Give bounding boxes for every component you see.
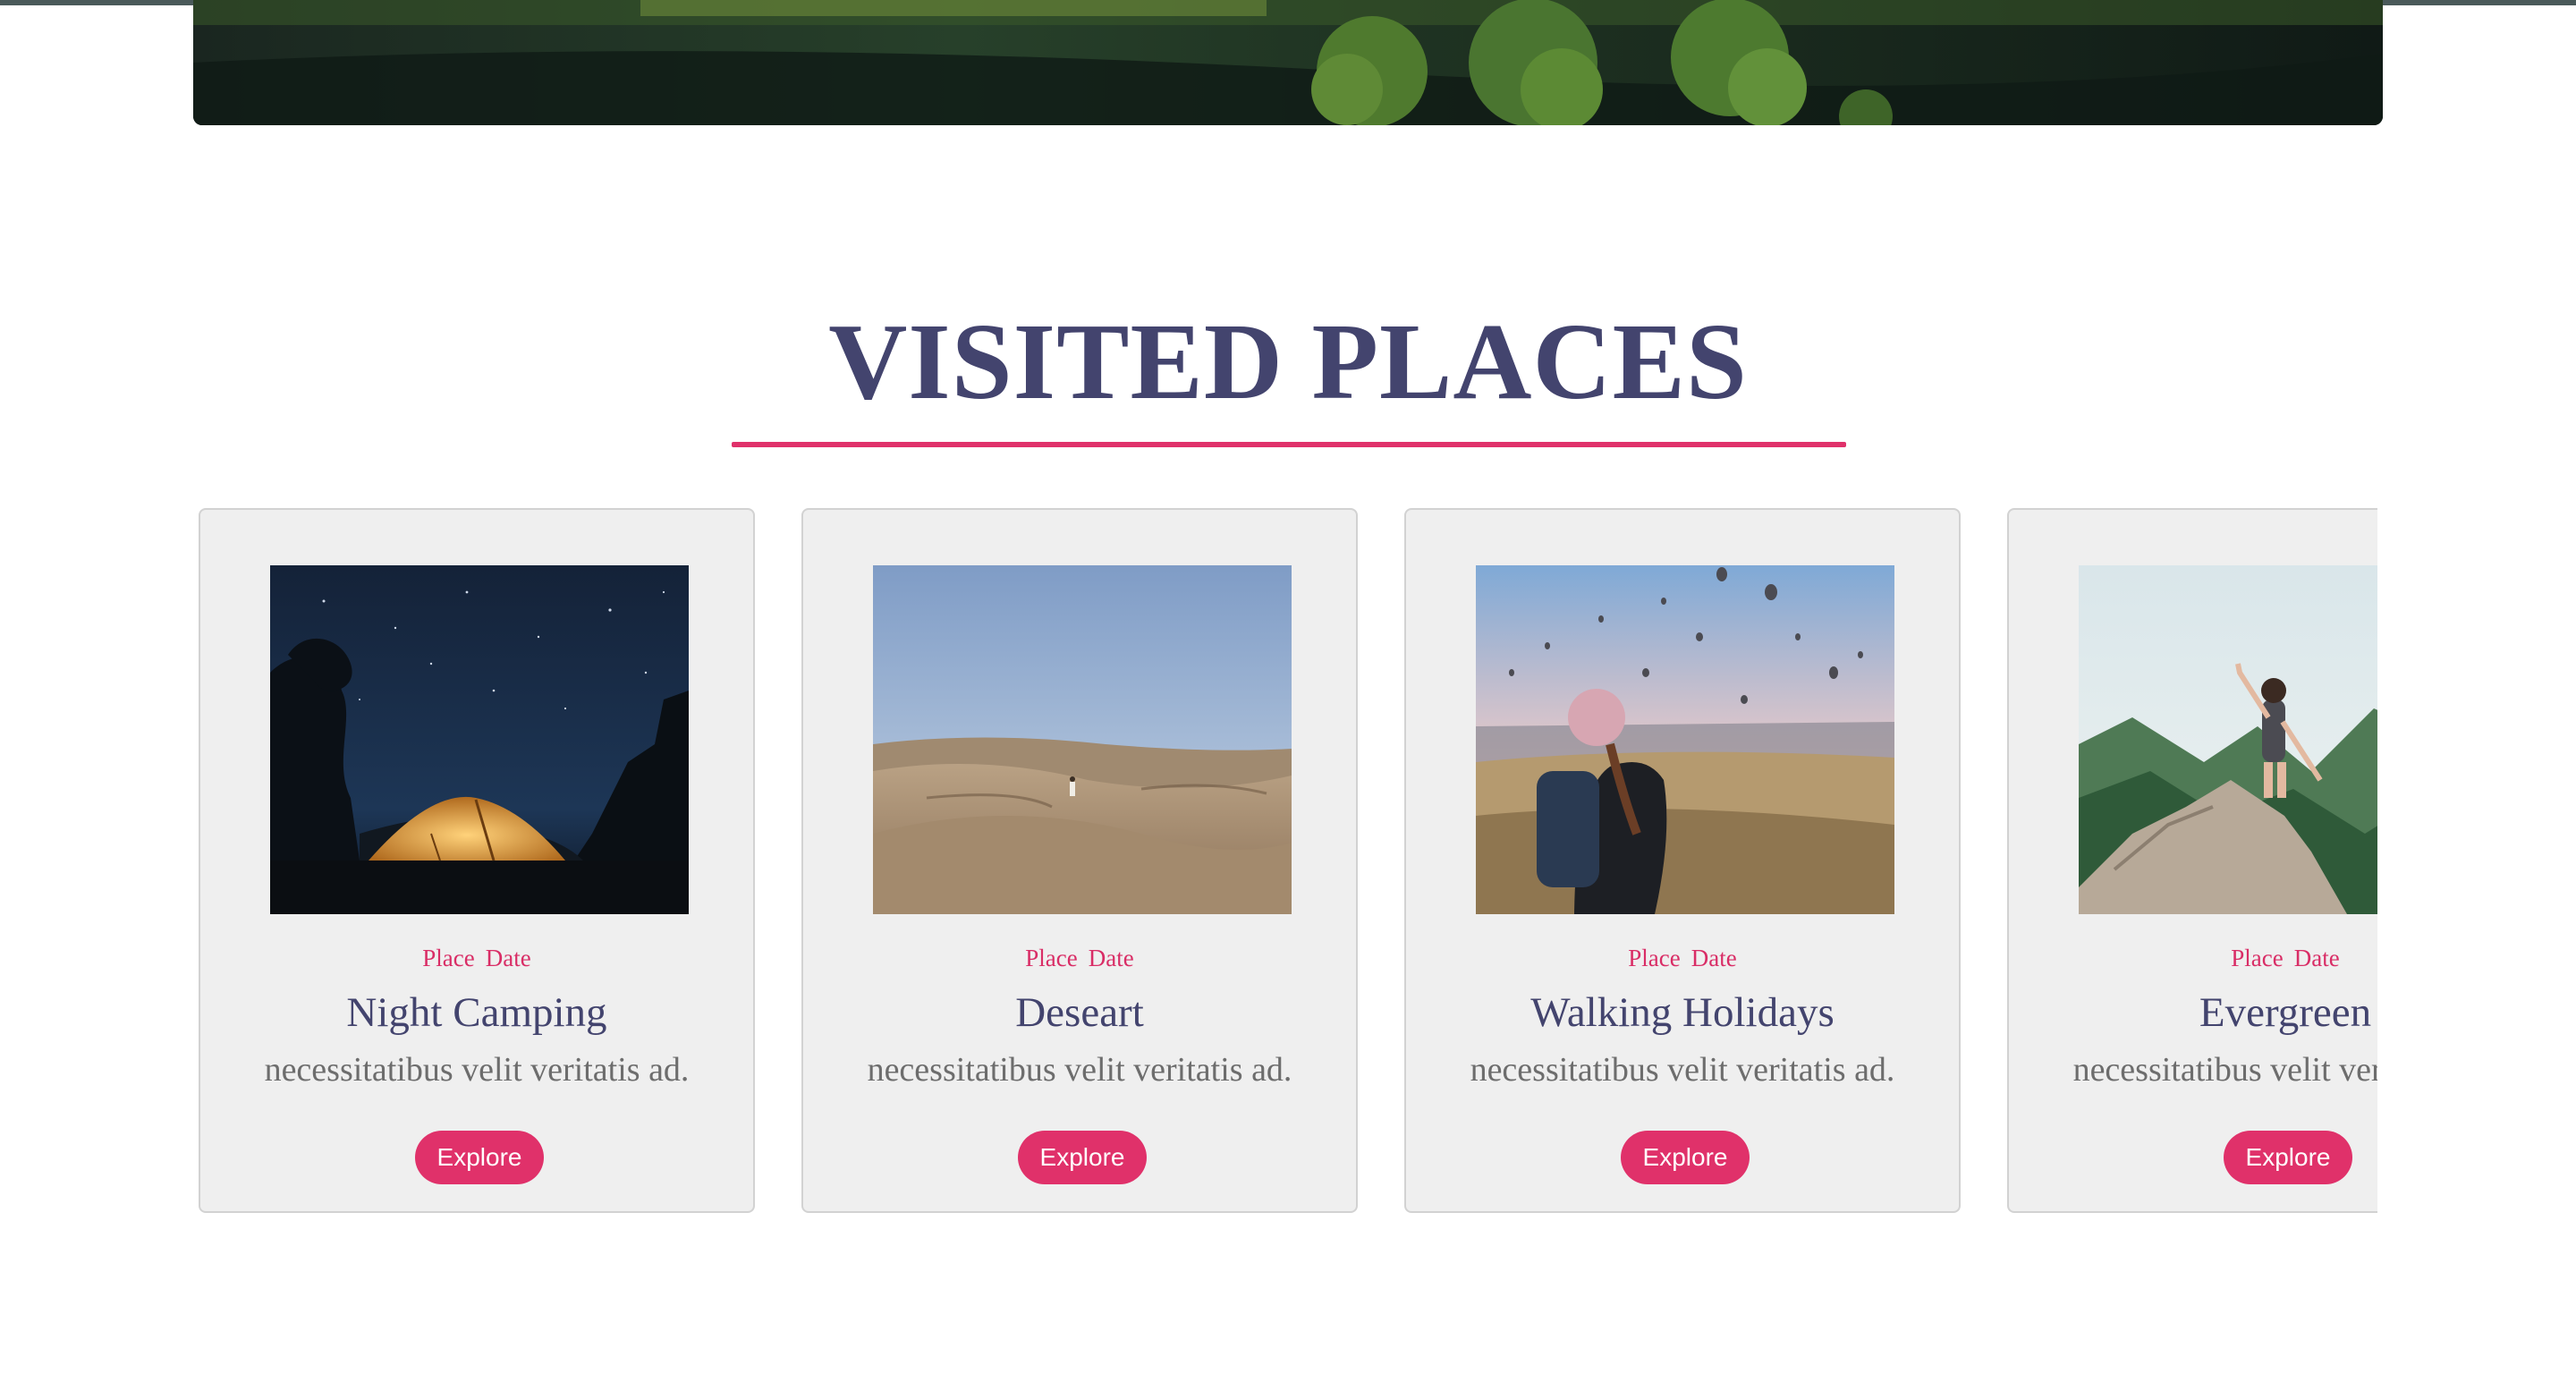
explore-button[interactable]: Explore [1621, 1131, 1750, 1184]
place-card: Place Date Night Camping necessitatibus v… [199, 508, 755, 1213]
place-label: Place [2231, 945, 2284, 971]
section-title: VISITED PLACES [828, 301, 1748, 422]
card-photo [873, 565, 1292, 914]
card-title: Walking Holidays [1530, 989, 1835, 1036]
card-description: necessitatibus velit veritatis ad. [264, 1051, 690, 1089]
card-title: Deseart [1015, 989, 1144, 1036]
card-description: necessitatibus velit veritatis ad. [1470, 1051, 1895, 1089]
date-label: Date [1088, 945, 1134, 971]
card-title: Evergreen [2199, 989, 2372, 1036]
place-card: Place Date Deseart necessitatibus velit v… [801, 508, 1358, 1213]
card-meta: Place Date [1406, 943, 1959, 973]
place-label: Place [1025, 945, 1078, 971]
explore-button[interactable]: Explore [1018, 1131, 1147, 1184]
title-underline [732, 442, 1846, 447]
card-meta: Place Date [2009, 943, 2377, 973]
card-meta: Place Date [803, 943, 1356, 973]
card-photo [270, 565, 689, 914]
card-description: necessitatibus velit veritatis ad. [867, 1051, 1292, 1089]
card-title: Night Camping [346, 989, 607, 1036]
explore-button[interactable]: Explore [2224, 1131, 2352, 1184]
date-label: Date [2293, 945, 2340, 971]
place-label: Place [422, 945, 475, 971]
place-card: Place Date Evergreen necessitatibus velit… [2007, 508, 2377, 1213]
place-card: Place Date Walking Holidays necessitatibu… [1404, 508, 1961, 1213]
card-description: necessitatibus velit veritatis ad. [2072, 1051, 2377, 1089]
date-label: Date [1690, 945, 1737, 971]
card-photo [1476, 565, 1894, 914]
explore-button[interactable]: Explore [415, 1131, 544, 1184]
card-photo [2079, 565, 2377, 914]
card-meta: Place Date [200, 943, 753, 973]
date-label: Date [485, 945, 531, 971]
places-carousel[interactable]: Place Date Night Camping necessitatibus v… [193, 506, 2377, 1222]
hero-landscape-image [193, 0, 2383, 125]
place-label: Place [1628, 945, 1681, 971]
